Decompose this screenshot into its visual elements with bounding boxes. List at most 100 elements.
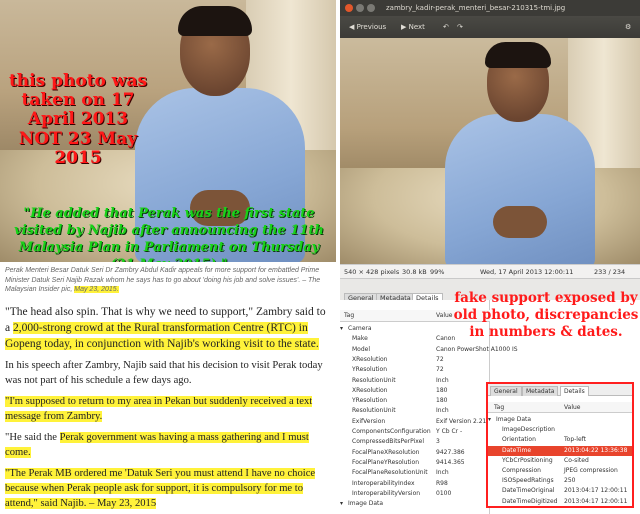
table-row[interactable]: YCbCrPositioning Co-sited [488, 456, 632, 466]
col-value-header: Value [436, 312, 453, 319]
previous-arrow-icon: ◀ [349, 23, 357, 31]
person [445, 42, 595, 264]
maximize-window-icon[interactable] [367, 4, 375, 12]
table-row[interactable]: XResolution 72 [340, 355, 490, 365]
p5-highlight: "The Perak MB ordered me 'Datuk Seri you… [5, 468, 316, 509]
status-zoom: 99% [430, 268, 445, 276]
row-value: 0100 [436, 489, 452, 497]
row-tag: Camera [348, 325, 372, 332]
p3-highlight: "I'm supposed to return to my area in Pe… [5, 396, 313, 422]
table-row[interactable]: ▾ Image Data [340, 499, 490, 509]
row-tag: DateTimeDigitized [502, 497, 558, 505]
photo-caption: Perak Menteri Besar Datuk Seri Dr Zambry… [5, 266, 331, 295]
fake-support-annotation: fake support exposed by old photo, discr… [453, 290, 639, 340]
row-value: 9414.365 [436, 458, 465, 466]
next-label: Next [408, 23, 425, 31]
status-count: 233 / 234 [594, 268, 626, 276]
row-tag: XResolution [352, 386, 388, 394]
row-tag: YResolution [352, 397, 388, 405]
table-row[interactable]: InteroperabilityVersion 0100 [340, 489, 490, 499]
row-value: Exif Version 2.21 [436, 417, 487, 425]
table-row[interactable]: ComponentsConfiguration Y Cb Cr - [340, 427, 490, 437]
table-row[interactable]: YResolution 180 [340, 396, 490, 406]
row-tag: ExifVersion [352, 417, 386, 425]
table-row[interactable]: InteroperabilityIndex R98 [340, 479, 490, 489]
next-button[interactable]: ▶ Next [398, 21, 428, 33]
table-row[interactable]: Orientation Top-left [488, 435, 632, 445]
row-tag: Image Data [496, 416, 532, 423]
row-tag: FocalPlaneYResolution [352, 458, 420, 466]
row-tag: ResolutionUnit [352, 376, 396, 384]
tab-details[interactable]: Details [560, 386, 589, 396]
row-value: 72 [436, 355, 444, 363]
table-row[interactable]: Compression JPEG compression [488, 466, 632, 476]
status-bar: 540 × 428 pixels 30.8 kB 99% Wed, 17 Apr… [340, 264, 640, 278]
row-value: R98 [436, 479, 448, 487]
inset-tabs: General Metadata Details [488, 384, 632, 396]
row-tag: ISOSpeedRatings [502, 477, 554, 485]
status-size: 30.8 kB [402, 268, 427, 276]
expander-triangle-icon[interactable]: ▾ [340, 324, 343, 334]
expander-triangle-icon[interactable]: ▾ [488, 415, 491, 425]
table-row[interactable]: FocalPlaneXResolution 9427.386 [340, 448, 490, 458]
row-tag: Orientation [502, 436, 536, 444]
table-row[interactable]: YResolution 72 [340, 365, 490, 375]
status-date: Wed, 17 April 2013 12:00:11 [480, 268, 574, 276]
expander-triangle-icon[interactable]: ▾ [340, 499, 343, 509]
table-row[interactable]: ISOSpeedRatings 250 [488, 476, 632, 486]
table-row[interactable]: DateTimeDigitized 2013:04:17 12:00:11 [488, 497, 632, 507]
row-value: 180 [436, 386, 448, 394]
row-value: Inch [436, 469, 449, 477]
previous-label: Previous [356, 23, 387, 31]
row-tag: DateTimeOriginal [502, 487, 555, 495]
row-tag: ResolutionUnit [352, 407, 396, 415]
table-row[interactable]: ResolutionUnit Inch [340, 376, 490, 386]
table-row[interactable]: ExifVersion Exif Version 2.21 [340, 417, 490, 427]
row-value: 2013:04:17 12:00:11 [564, 497, 628, 505]
table-row[interactable]: ResolutionUnit Inch [340, 406, 490, 416]
close-window-icon[interactable] [345, 4, 353, 12]
next-arrow-icon: ▶ [401, 23, 409, 31]
rotate-left-icon[interactable]: ↶ [440, 21, 452, 33]
row-value: 2013:04:22 13:36:38 [564, 446, 628, 454]
photo-date-annotation: this photo was taken on 17 April 2013 [8, 71, 148, 129]
table-row[interactable]: FocalPlaneResolutionUnit Inch [340, 468, 490, 478]
row-value: 72 [436, 366, 444, 374]
table-row[interactable]: XResolution 180 [340, 386, 490, 396]
not-date-annotation: NOT 23 May 2015 [18, 129, 138, 168]
tab-general[interactable]: General [490, 386, 522, 396]
row-tag: FocalPlaneResolutionUnit [352, 469, 428, 477]
status-dimensions: 540 × 428 pixels [344, 268, 400, 276]
window-title: zambry_kadir-perak_menteri_besar-210315-… [386, 4, 566, 12]
table-row[interactable]: FocalPlaneYResolution 9414.365 [340, 458, 490, 468]
article-paragraph: "The head also spin. That is why we need… [5, 304, 331, 352]
row-tag: CompressedBitsPerPixel [352, 438, 424, 446]
table-row[interactable]: ImageDescription [488, 425, 632, 435]
gear-icon[interactable]: ⚙ [622, 21, 634, 33]
p4-text: "He said the [5, 432, 60, 443]
rotate-right-icon[interactable]: ↷ [454, 21, 466, 33]
viewer-photo [340, 38, 640, 264]
hands [493, 206, 547, 238]
tab-metadata[interactable]: Metadata [522, 386, 559, 396]
row-value: Inch [436, 407, 449, 415]
table-row[interactable]: CompressedBitsPerPixel 3 [340, 437, 490, 447]
table-row[interactable]: DateTime 2013:04:22 13:36:38 [488, 445, 632, 456]
table-row[interactable]: ▾ Image Data [488, 415, 632, 425]
row-value: 3 [436, 438, 440, 446]
toolbar: ◀ Previous ▶ Next ↶ ↷ ⚙ [340, 16, 640, 38]
minimize-window-icon[interactable] [356, 4, 364, 12]
row-value: 2013:04:17 12:00:11 [564, 487, 628, 495]
previous-button[interactable]: ◀ Previous [346, 21, 389, 33]
row-tag: Compression [502, 467, 541, 474]
row-value: JPEG compression [564, 467, 618, 474]
col-tag-header: Tag [494, 404, 505, 411]
row-value: Top-left [564, 436, 587, 444]
caption-date: May 23, 2015. [74, 286, 119, 293]
article-paragraph: In his speech after Zambry, Najib said t… [5, 360, 323, 386]
quote-annotation: "He added that Perak was the first state… [14, 206, 324, 262]
table-row[interactable]: DateTimeOriginal 2013:04:17 12:00:11 [488, 486, 632, 496]
row-tag: ImageDescription [502, 426, 555, 434]
table-row[interactable]: Model Canon PowerShot A1000 IS [340, 345, 518, 355]
row-tag: InteroperabilityVersion [352, 489, 421, 497]
